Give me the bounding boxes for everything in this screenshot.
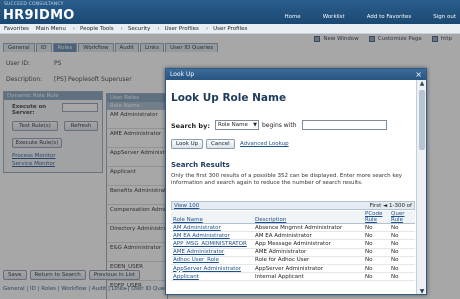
chevron-down-icon: ▼ [253,122,257,128]
breadcrumb-separator: › [157,25,160,32]
operator-label: begins with [262,122,297,129]
scroll-up-icon[interactable]: ▲ [418,80,426,88]
table-row[interactable]: AM EA Administrator AM EA Administrator No… [171,231,415,241]
role-name-link[interactable]: Applicant [171,272,253,282]
query-rule-value: No [389,272,415,282]
pcode-rule-value: No [363,231,389,241]
role-name-link[interactable]: AppServer Administrator [171,264,253,274]
query-rule-value: No [389,239,415,249]
breadcrumb: Favorites Main Menu › People Tools › Sec… [0,24,460,34]
lookup-dialog-titlebar[interactable]: Look Up × [166,69,426,80]
breadcrumb-separator: › [72,25,76,32]
portal-header: SUCCEED CONSULTANCY HR9IDMO Home Worklis… [0,0,460,24]
role-name-link[interactable]: Adhoc User_Role [171,256,253,265]
column-header-pcode-rule[interactable]: PCode Rule [363,211,389,224]
breadcrumb-user-profiles[interactable]: User Profiles [165,26,199,32]
search-by-label: Search by: [171,122,210,130]
close-icon[interactable]: × [415,69,422,80]
company-tagline: SUCCEED CONSULTANCY [4,2,64,7]
query-rule-value: No [389,264,415,274]
dialog-scrollbar[interactable]: ▲ ▼ [416,80,426,294]
table-row[interactable]: AppServer Administrator AppServer Adminis… [171,264,415,274]
query-rule-value: No [389,223,415,233]
query-rule-value: No [389,231,415,241]
role-description: AM EA Administrator [253,231,363,241]
search-value-input[interactable] [302,120,387,130]
search-by-value: Role Name [218,122,248,128]
pcode-rule-value: No [363,248,389,257]
role-description: AME Administrator [253,248,363,257]
search-results-heading: Search Results [171,161,230,169]
lookup-dialog-body: Look Up Role Name Search by: Role Name ▼… [166,80,418,294]
column-header-query-rule[interactable]: Quer Rule [389,211,415,224]
pcode-rule-value: No [363,272,389,282]
role-name-link[interactable]: AM Administrator [171,223,253,233]
role-description: App Message Administrator [253,239,363,249]
role-description: AppServer Administrator [253,264,363,274]
table-row[interactable]: AM Administrator Absence Mngmnt Administr… [171,223,415,233]
results-limit-note: Only the first 300 results of a possible… [171,173,403,186]
breadcrumb-separator: › [205,25,209,32]
breadcrumb-favorites[interactable]: Favorites [4,26,29,32]
table-row[interactable]: APP_MSG_ADMINISTRATOR App Message Adminis… [171,239,415,249]
breadcrumb-security[interactable]: Security [128,26,151,32]
look-up-button[interactable]: Look Up [171,139,204,149]
table-row[interactable]: Applicant Internal Applicant No No [171,272,415,282]
column-header-role-name[interactable]: Role Name [171,211,253,224]
lookup-title: Look Up Role Name [171,92,287,104]
advanced-lookup-link[interactable]: Advanced Lookup [240,141,289,147]
scroll-down-icon[interactable]: ▼ [418,288,426,294]
results-grid-toolbar: View 100 First ◄ 1-300 of [171,201,415,210]
pcode-rule-value: No [363,239,389,249]
table-row[interactable]: AME Administrator AME Administrator No No [171,248,415,257]
header-links: Home Worklist Add to Favorites Sign out [262,14,456,20]
home-link[interactable]: Home [284,14,300,20]
view-100-link[interactable]: View 100 [174,202,199,210]
breadcrumb-separator: › [120,25,123,32]
lookup-dialog: Look Up × Look Up Role Name Search by: R… [165,68,427,295]
pcode-rule-value: No [363,256,389,265]
cancel-button[interactable]: Cancel [206,139,235,149]
app-logo: HR9IDMO [3,8,75,23]
role-name-link[interactable]: AM EA Administrator [171,231,253,241]
breadcrumb-user-profiles-page[interactable]: User Profiles [213,26,247,32]
sign-out-link[interactable]: Sign out [433,14,456,20]
breadcrumb-main-menu[interactable]: Main Menu [36,26,66,32]
results-paging[interactable]: First ◄ 1-300 of [370,202,412,210]
query-rule-value: No [389,248,415,257]
pcode-rule-value: No [363,223,389,233]
search-results-table: Role Name Description PCode Rule Quer Ru… [171,211,415,282]
worklist-link[interactable]: Worklist [323,14,345,20]
table-row[interactable]: Adhoc User_Role Role for Adhoc User No No [171,256,415,265]
role-description: Internal Applicant [253,272,363,282]
role-name-link[interactable]: APP_MSG_ADMINISTRATOR [171,239,253,249]
breadcrumb-people-tools[interactable]: People Tools [80,26,114,32]
column-header-description[interactable]: Description [253,211,363,224]
query-rule-value: No [389,256,415,265]
search-by-select[interactable]: Role Name ▼ [215,120,259,130]
add-to-favorites-link[interactable]: Add to Favorites [367,14,412,20]
lookup-dialog-window-title: Look Up [170,71,195,78]
role-name-link[interactable]: AME Administrator [171,248,253,257]
pcode-rule-value: No [363,264,389,274]
role-description: Absence Mngmnt Administrator [253,223,363,233]
scrollbar-thumb[interactable] [419,90,425,150]
role-description: Role for Adhoc User [253,256,363,265]
